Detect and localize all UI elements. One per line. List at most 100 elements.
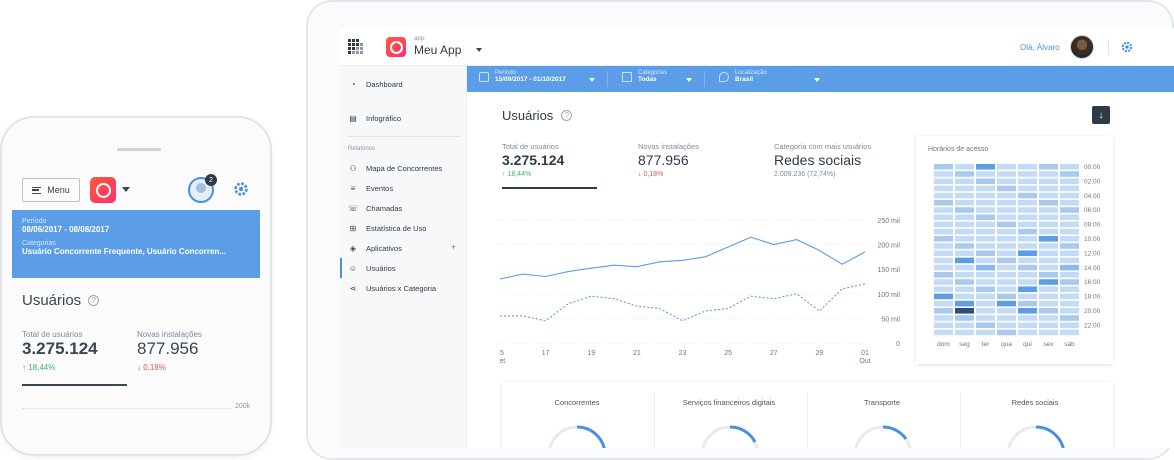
heatmap-cell [997, 329, 1016, 336]
heatmap-cell [1039, 207, 1058, 213]
kpi-new-installs[interactable]: Novas instalações 877.956 ↓ 0,18% [638, 142, 699, 178]
app-name[interactable]: Meu App [414, 43, 461, 57]
y-tick-label: 50 mil [881, 316, 900, 323]
download-button[interactable]: ↓ [1092, 106, 1110, 124]
heatmap-cell [934, 293, 953, 300]
add-app-button[interactable]: + [451, 242, 456, 252]
day-label: seg [959, 341, 970, 348]
chevron-down-icon[interactable] [476, 48, 482, 52]
heatmap-cell [997, 286, 1016, 292]
heatmap-cell [955, 236, 974, 242]
heatmap-cell [1018, 257, 1037, 264]
kpi-sub: 2.009.236 (72,74%) [774, 171, 836, 178]
menu-button[interactable]: Menu [22, 178, 80, 202]
hour-label: 00:00 [1084, 164, 1101, 171]
apps-grid-icon[interactable] [348, 39, 365, 56]
notification-badge: 2 [205, 174, 217, 186]
y-tick-label: 200 mil [877, 243, 900, 250]
heatmap-cell [1060, 243, 1079, 249]
heatmap-cell [955, 200, 974, 206]
heatmap-cell [1018, 228, 1037, 235]
heatmap-cell [997, 315, 1016, 321]
heatmap-cell [1018, 308, 1037, 314]
gear-icon[interactable] [1120, 40, 1134, 54]
heatmap-cell [1018, 272, 1037, 278]
heatmap-cell [1018, 171, 1037, 177]
sidebar-item-calls[interactable]: ☏ Chamadas [340, 198, 467, 218]
avatar[interactable] [1070, 35, 1094, 59]
heatmap-cell [934, 214, 953, 220]
sidebar-item-dashboard[interactable]: ◔ Dashboard [340, 74, 467, 94]
kpi-value: 877.956 [137, 339, 199, 358]
sidebar-item-infographic[interactable]: ▤ Infográfico [340, 108, 467, 128]
sidebar-item-users-by-category[interactable]: ⋖ Usuários x Categoria [340, 278, 467, 298]
kpi-value: 877.956 [638, 152, 689, 168]
access-hours-card: Horários de acesso 00:00 02:00 04:00 06:00 0… [916, 136, 1113, 364]
hour-label: 22:00 [1084, 322, 1101, 329]
top-bar: app: Meu App Olá, Álvaro [340, 28, 1174, 66]
filter-period[interactable]: Período 15/09/2017 - 01/10/2017 [479, 70, 566, 83]
heatmap-cell [976, 250, 995, 256]
chevron-down-icon[interactable] [122, 187, 130, 192]
heatmap-cell [1039, 315, 1058, 321]
day-label: sáb [1064, 341, 1075, 348]
sidebar-item-apps[interactable]: ◈ Aplicativos [340, 238, 467, 258]
app-icon[interactable] [386, 37, 406, 57]
app-icon[interactable] [90, 177, 116, 203]
heatmap-cell [1039, 171, 1058, 177]
users-line-chart: 250 mil 200 mil 150 mil 100 mil 50 mil 0 15Set… [500, 218, 900, 365]
active-kpi-underline [502, 187, 597, 189]
kpi-top-category[interactable]: Categoria com mais usuários Redes sociai… [774, 142, 871, 178]
category-label[interactable]: Concorrentes [502, 398, 652, 407]
chart-tick-label: 200k [235, 403, 251, 410]
heatmap-cell [1039, 178, 1058, 184]
gear-icon[interactable] [232, 180, 250, 198]
kpi-label: Categoria com mais usuários [774, 142, 872, 151]
hour-label: 06:00 [1084, 207, 1101, 214]
chevron-down-icon[interactable] [589, 78, 595, 82]
page-title: Usuários ? [502, 108, 573, 123]
heatmap-cell [1018, 178, 1037, 184]
heatmap-cell [1039, 322, 1058, 328]
sidebar-item-usage-stats[interactable]: ⊞ Estatística de Uso [340, 218, 467, 238]
desktop-mockup: app: Meu App Olá, Álvaro ◔ Dashboard ▤ I… [306, 0, 1174, 460]
filter-categories[interactable]: Categorias Todas [622, 70, 667, 83]
category-label[interactable]: Transporte [807, 398, 957, 407]
user-greeting[interactable]: Olá, Álvaro [1020, 43, 1060, 52]
heatmap-cell [955, 257, 974, 264]
heatmap-cell [1039, 214, 1058, 220]
category-cards: Concorrentes Serviços financeiros digita… [502, 382, 1113, 448]
heatmap-cell [1060, 178, 1079, 184]
category-label[interactable]: Serviços financeiros digitais [654, 398, 804, 407]
kpi-total-users[interactable]: Total de usuários 3.275.124 ↑ 18,44% [502, 142, 564, 178]
heatmap-cell [934, 192, 953, 199]
sidebar-item-competitor-map[interactable]: ⚇ Mapa de Concorrentes [340, 158, 467, 178]
sidebar-item-events[interactable]: ≡ Eventos [340, 178, 467, 198]
heatmap-cell [1060, 322, 1079, 328]
heatmap-cell [1039, 221, 1058, 228]
heatmap-cell [976, 178, 995, 184]
heatmap-cell [976, 308, 995, 314]
filter-panel[interactable]: Período 08/06/2017 - 08/08/2017 Categori… [12, 210, 260, 278]
heatmap-cell [1060, 207, 1079, 213]
page-title-text: Usuários [22, 292, 82, 309]
infographic-icon: ▤ [349, 113, 357, 123]
chevron-down-icon[interactable] [686, 78, 692, 82]
sidebar: ◔ Dashboard ▤ Infográfico Relatórios ⚇ M… [340, 66, 467, 448]
help-icon[interactable]: ? [88, 295, 100, 306]
category-label[interactable]: Redes sociais [960, 398, 1110, 407]
heatmap-cell [934, 315, 953, 321]
hour-label: 16:00 [1084, 279, 1101, 286]
heatmap-cell [1039, 329, 1058, 336]
divider [607, 71, 608, 87]
heatmap-cell [976, 315, 995, 321]
sidebar-item-users[interactable]: ☺ Usuários [340, 258, 467, 278]
help-icon[interactable]: ? [561, 110, 573, 121]
chevron-down-icon[interactable] [814, 78, 820, 82]
filter-location[interactable]: Localização Brasil [719, 70, 767, 83]
heatmap-cell [997, 293, 1016, 300]
heatmap-cell [1018, 250, 1037, 256]
period-value: 08/06/2017 - 08/08/2017 [22, 225, 110, 234]
heatmap-cell [955, 322, 974, 328]
heatmap-cell [997, 164, 1016, 170]
